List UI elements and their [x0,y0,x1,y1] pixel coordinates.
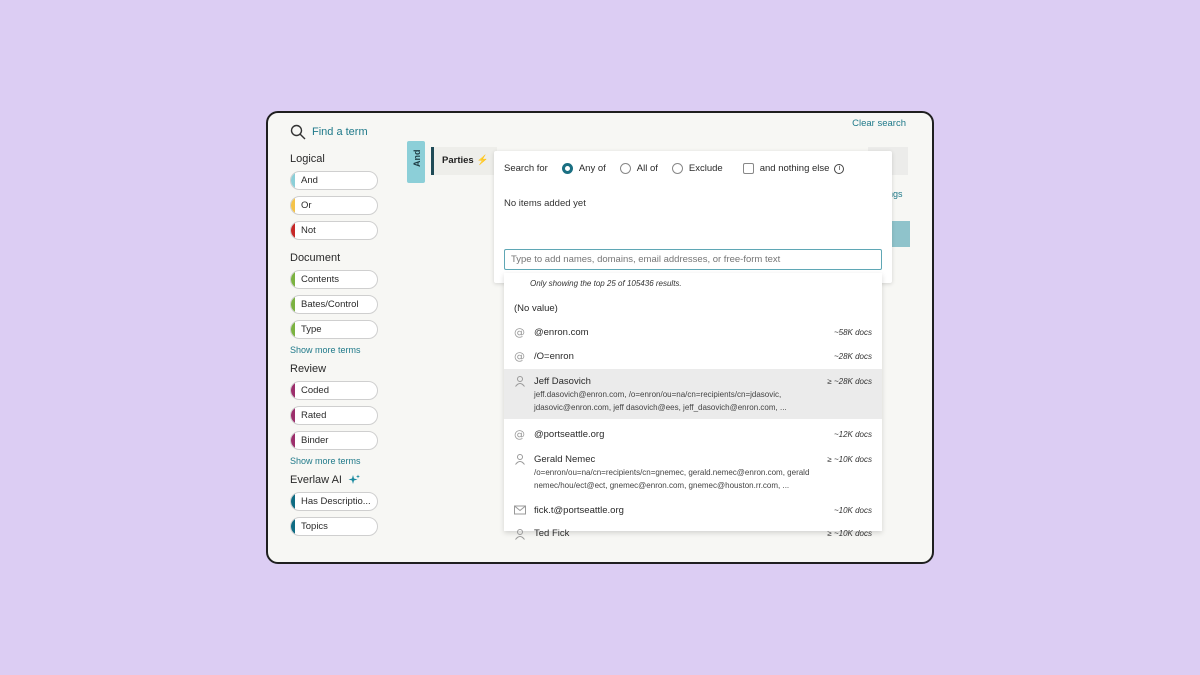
radio-exclude-label: Exclude [688,163,723,174]
term-type[interactable]: Type [290,320,378,339]
item-aliases: /o=enron/ou=na/cn=recipients/cn=gnemec, … [534,468,810,490]
item-doc-count: ≥ ~10K docs [827,529,872,538]
bolt-icon: ⚡ [476,155,489,166]
list-item[interactable]: Gerald Nemec ≥ ~10K docs /o=enron/ou=na/… [504,447,882,495]
and-group-block[interactable]: And [407,141,425,183]
item-doc-count: ~10K docs [833,506,872,515]
mail-icon [514,505,526,515]
term-coded[interactable]: Coded [290,381,378,400]
add-party-input[interactable] [504,249,882,270]
radio-any-of[interactable] [561,163,573,174]
app-window: Find a term Logical And Or Not Document … [266,111,934,564]
radio-all-of-label: All of [636,163,658,174]
term-or[interactable]: Or [290,196,378,215]
item-doc-count: ~28K docs [833,352,872,361]
person-icon [515,454,525,465]
person-icon [515,529,525,540]
item-name: Ted Fick [534,528,570,539]
item-name: @portseattle.org [534,429,605,440]
item-name: fick.t@portseattle.org [534,505,624,516]
empty-items-text: No items added yet [504,198,586,209]
term-has-description[interactable]: Has Descriptio... [290,492,378,511]
item-name: (No value) [514,303,558,314]
nothing-else-label: and nothing else [759,163,830,174]
item-doc-count: ≥ ~10K docs [827,455,872,464]
search-for-row: Search for Any of All of Exclude and not… [504,163,845,174]
show-more-review-link[interactable]: Show more terms [290,456,390,466]
item-doc-count: ~58K docs [833,328,872,337]
svg-text:@: @ [514,428,525,440]
section-title-everlaw-ai: Everlaw AI [290,474,390,486]
item-name: Gerald Nemec [534,454,596,465]
list-item[interactable]: @ @enron.com ~58K docs [504,321,882,343]
term-topics[interactable]: Topics [290,517,378,536]
terms-sidebar: Find a term Logical And Or Not Document … [290,119,390,542]
item-doc-count: ≥ ~28K docs [827,377,872,386]
section-title-document: Document [290,252,341,264]
section-title-logical: Logical [290,153,325,165]
results-notice: Only showing the top 25 of 105436 result… [530,279,682,288]
list-item[interactable]: (No value) [504,297,882,319]
item-name: @enron.com [534,327,589,338]
list-item[interactable]: @ @portseattle.org ~12K docs [504,423,882,445]
find-term-search[interactable]: Find a term [290,119,390,145]
list-item[interactable]: fick.t@portseattle.org ~10K docs [504,499,882,521]
section-title-review: Review [290,363,327,375]
parties-label: Parties [442,155,474,166]
info-icon[interactable]: i [834,163,845,174]
parties-dropdown-panel: Search for Any of All of Exclude and not… [494,151,892,283]
clear-search-link[interactable]: Clear search [852,118,906,129]
list-item[interactable]: Ted Fick ≥ ~10K docs [504,523,882,540]
sparkle-icon [348,474,360,484]
and-group-label: And [412,149,422,168]
term-binder[interactable]: Binder [290,431,378,450]
results-list: Only showing the top 25 of 105436 result… [504,273,882,540]
item-aliases: jeff.dasovich@enron.com, /o=enron/ou=na/… [534,390,787,412]
radio-all-of[interactable] [619,163,631,174]
svg-text:@: @ [514,326,525,338]
term-and[interactable]: And [290,171,378,190]
at-icon: @ [514,350,525,362]
radio-any-of-label: Any of [578,163,606,174]
find-term-label: Find a term [312,126,368,138]
show-more-document-link[interactable]: Show more terms [290,345,390,355]
search-icon [290,124,306,140]
term-not[interactable]: Not [290,221,378,240]
list-item[interactable]: @ /O=enron ~28K docs [504,345,882,367]
term-bates-control[interactable]: Bates/Control [290,295,378,314]
at-icon: @ [514,428,525,440]
term-rated[interactable]: Rated [290,406,378,425]
person-icon [515,376,525,387]
nothing-else-checkbox[interactable] [742,163,754,174]
radio-exclude[interactable] [671,163,683,174]
parties-term[interactable]: Parties ⚡ [431,147,497,175]
item-name: Jeff Dasovich [534,376,591,387]
list-item[interactable]: Jeff Dasovich ≥ ~28K docs jeff.dasovich@… [504,369,882,419]
term-contents[interactable]: Contents [290,270,378,289]
everlaw-ai-label: Everlaw AI [290,474,342,486]
svg-text:@: @ [514,350,525,362]
item-name: /O=enron [534,351,574,362]
search-for-label: Search for [504,163,548,174]
at-icon: @ [514,326,525,338]
item-doc-count: ~12K docs [833,430,872,439]
